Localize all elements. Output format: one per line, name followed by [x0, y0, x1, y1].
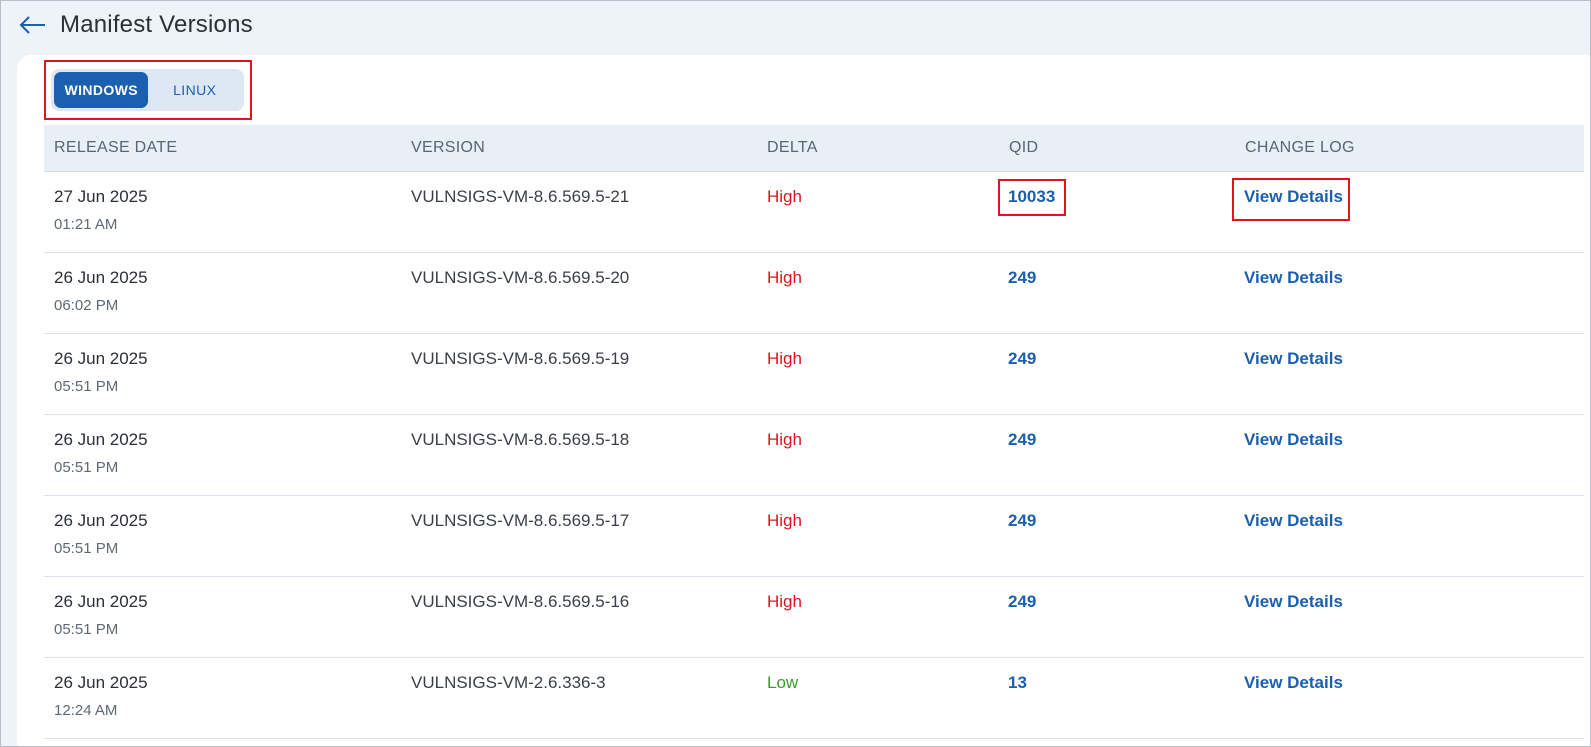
- release-time: 05:51 PM: [54, 540, 119, 557]
- release-date: 26 Jun 2025: [54, 268, 148, 287]
- delta-value: High: [767, 430, 802, 449]
- table-header: RELEASE DATE VERSION DELTA QID CHANGE LO…: [44, 125, 1584, 172]
- highlight-box-os-toggle: [44, 60, 252, 120]
- release-date: 26 Jun 2025: [54, 430, 148, 449]
- column-header-change-log[interactable]: CHANGE LOG: [1245, 139, 1355, 157]
- table-row: 26 Jun 2025 05:51 PM VULNSIGS-VM-8.6.569.5…: [44, 496, 1584, 577]
- qid-link[interactable]: 249: [1008, 349, 1036, 369]
- highlight-box-view-details: [1232, 178, 1350, 221]
- release-time: 12:24 AM: [54, 702, 118, 719]
- qid-link[interactable]: 249: [1008, 430, 1036, 450]
- qid-link[interactable]: 13: [1008, 673, 1027, 693]
- release-date: 26 Jun 2025: [54, 511, 148, 530]
- table-row: 26 Jun 2025 05:51 PM VULNSIGS-VM-8.6.569.5…: [44, 577, 1584, 658]
- release-time: 05:51 PM: [54, 621, 119, 638]
- column-header-qid[interactable]: QID: [1009, 139, 1038, 157]
- version-value: VULNSIGS-VM-8.6.569.5-21: [411, 187, 630, 206]
- release-time: 06:02 PM: [54, 297, 119, 314]
- version-value: VULNSIGS-VM-8.6.569.5-17: [411, 511, 630, 530]
- highlight-box-qid: [998, 179, 1066, 216]
- table-row: 26 Jun 2025 05:51 PM VULNSIGS-VM-8.6.569.5…: [44, 415, 1584, 496]
- column-header-release-date[interactable]: RELEASE DATE: [54, 139, 177, 157]
- delta-value: High: [767, 349, 802, 368]
- app-frame: Manifest Versions WINDOWS LINUX RELEASE …: [0, 0, 1591, 747]
- column-header-version[interactable]: VERSION: [411, 139, 485, 157]
- table-row: 27 Jun 2025 01:21 AM VULNSIGS-VM-8.6.569.5…: [44, 172, 1584, 253]
- release-date: 26 Jun 2025: [54, 673, 148, 692]
- release-date: 27 Jun 2025: [54, 187, 148, 206]
- page-header: Manifest Versions: [1, 1, 1590, 55]
- view-details-link[interactable]: View Details: [1244, 268, 1343, 288]
- version-value: VULNSIGS-VM-8.6.569.5-20: [411, 268, 630, 287]
- delta-value: High: [767, 511, 802, 530]
- table-row: 26 Jun 2025 06:02 PM VULNSIGS-VM-8.6.569.5…: [44, 253, 1584, 334]
- view-details-link[interactable]: View Details: [1244, 592, 1343, 612]
- view-details-link[interactable]: View Details: [1244, 349, 1343, 369]
- version-value: VULNSIGS-VM-8.6.569.5-19: [411, 349, 630, 368]
- qid-link[interactable]: 249: [1008, 268, 1036, 288]
- delta-value: Low: [767, 673, 799, 692]
- table-row: 26 Jun 2025 12:24 AM VULNSIGS-VM-2.6.336-3…: [44, 658, 1584, 739]
- qid-link[interactable]: 249: [1008, 592, 1036, 612]
- view-details-link[interactable]: View Details: [1244, 673, 1343, 693]
- version-value: VULNSIGS-VM-8.6.569.5-18: [411, 430, 630, 449]
- version-value: VULNSIGS-VM-8.6.569.5-16: [411, 592, 630, 611]
- version-value: VULNSIGS-VM-2.6.336-3: [411, 673, 606, 692]
- release-date: 26 Jun 2025: [54, 592, 148, 611]
- arrow-left-icon[interactable]: [19, 13, 47, 37]
- delta-value: High: [767, 187, 802, 206]
- delta-value: High: [767, 592, 802, 611]
- page-title: Manifest Versions: [60, 11, 253, 38]
- table-row: 26 Jun 2025 05:51 PM VULNSIGS-VM-8.6.569.5…: [44, 334, 1584, 415]
- view-details-link[interactable]: View Details: [1244, 511, 1343, 531]
- release-time: 05:51 PM: [54, 459, 119, 476]
- qid-link[interactable]: 249: [1008, 511, 1036, 531]
- view-details-link[interactable]: View Details: [1244, 430, 1343, 450]
- delta-value: High: [767, 268, 802, 287]
- release-time: 05:51 PM: [54, 378, 119, 395]
- release-time: 01:21 AM: [54, 216, 118, 233]
- release-date: 26 Jun 2025: [54, 349, 148, 368]
- column-header-delta[interactable]: DELTA: [767, 139, 818, 157]
